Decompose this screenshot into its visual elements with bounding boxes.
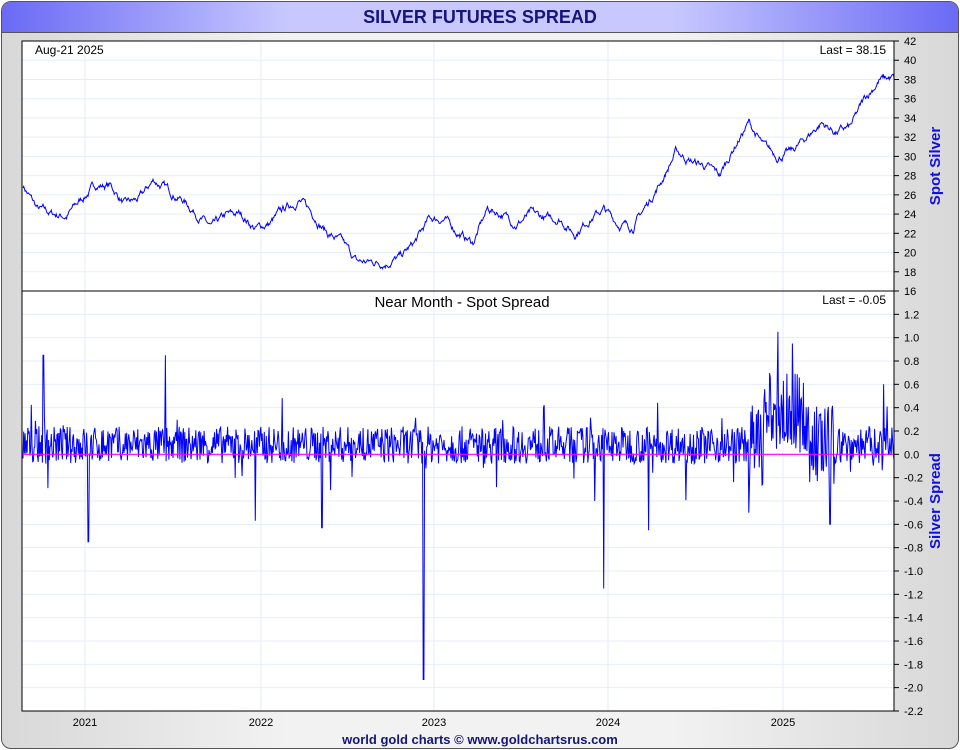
y-tick-label: 0.2	[904, 426, 919, 438]
y-tick-label: 38	[904, 74, 916, 86]
y-tick-label: 28	[904, 171, 916, 183]
y-tick-label: 26	[904, 190, 916, 202]
y-tick-label: 1.0	[904, 333, 919, 345]
y-tick-label: -2.2	[904, 706, 923, 718]
y-tick-label: 0.6	[904, 379, 919, 391]
y-tick-label: 1.2	[904, 309, 919, 321]
chart-window: SILVER FUTURES SPREAD 16 18 20 22 24 26 28 30 32…	[1, 1, 959, 749]
y-tick-label: 36	[904, 94, 916, 106]
x-tick-label: 2023	[422, 717, 446, 729]
spread-panel-title: Near Month - Spot Spread	[374, 294, 549, 311]
y-tick-label: 0.0	[904, 449, 919, 461]
y-tick-label: -0.4	[904, 496, 923, 508]
y-tick-label: 0.8	[904, 356, 919, 368]
y-tick-label: -1.4	[904, 613, 923, 625]
y-tick-label: -0.6	[904, 519, 923, 531]
date-label: Aug-21 2025	[35, 43, 104, 57]
y-axis-label: Silver Spread	[927, 453, 944, 549]
y-tick-label: -0.8	[904, 543, 923, 555]
y-tick-label: 24	[904, 209, 916, 221]
y-tick-label: -2.0	[904, 683, 923, 695]
last-value-label: Last = 38.15	[820, 43, 887, 57]
y-tick-label: 32	[904, 132, 916, 144]
y-tick-label: 20	[904, 248, 916, 260]
x-tick-label: 2022	[249, 717, 273, 729]
x-tick-label: 2025	[771, 717, 795, 729]
price-panel	[22, 41, 894, 291]
y-tick-label: -1.2	[904, 589, 923, 601]
y-tick-label: 22	[904, 228, 916, 240]
y-tick-label: -1.0	[904, 566, 923, 578]
footer-credit: world gold charts © www.goldchartsrus.co…	[342, 732, 618, 747]
y-tick-label: 42	[904, 36, 916, 48]
last-value-label: Last = -0.05	[822, 293, 886, 307]
y-tick-label: 18	[904, 267, 916, 279]
x-tick-label: 2021	[73, 717, 97, 729]
y-tick-label: 0.4	[904, 403, 919, 415]
x-tick-label: 2024	[596, 717, 620, 729]
y-tick-label: 16	[904, 286, 916, 298]
y-tick-label: -0.2	[904, 473, 923, 485]
y-tick-label: -1.8	[904, 659, 923, 671]
y-tick-label: 30	[904, 151, 916, 163]
y-axis-label: Spot Silver	[927, 127, 944, 206]
y-tick-label: -1.6	[904, 636, 923, 648]
y-tick-label: 34	[904, 113, 916, 125]
chart-svg: 1618202224262830323436384042Spot SilverL…	[21, 36, 944, 729]
y-tick-label: 40	[904, 55, 916, 67]
